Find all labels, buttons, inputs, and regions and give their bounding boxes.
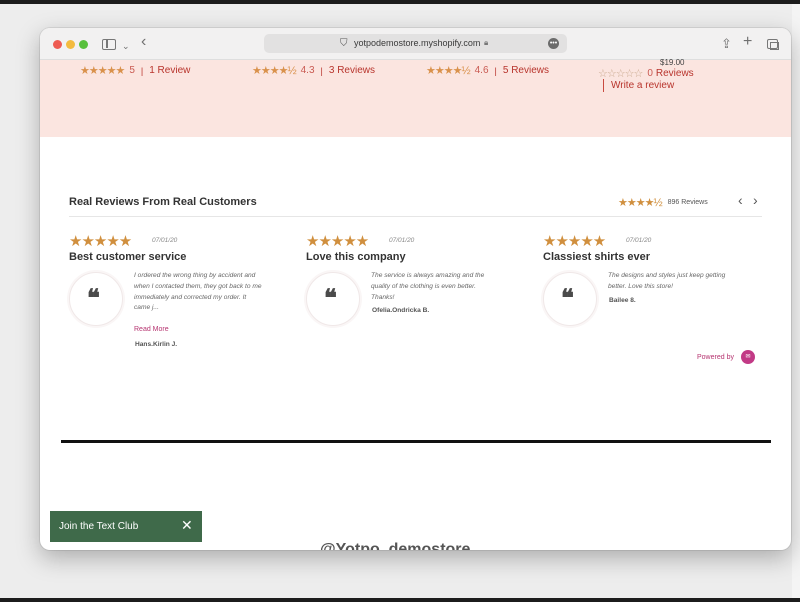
text-club-popup[interactable]: Join the Text Club ✕ <box>50 511 202 542</box>
shield-icon: ⛉ <box>340 38 348 49</box>
separator: | <box>320 65 323 76</box>
quote-icon: ❝ <box>87 283 100 312</box>
product-rating-2[interactable]: ★★★★½ 4.3 | 3 Reviews <box>252 64 375 77</box>
section-rule <box>61 440 771 443</box>
summary-stars: ★★★★½ <box>618 197 663 209</box>
powered-by-yotpo[interactable]: Powered by ✉ <box>697 350 755 364</box>
browser-toolbar: ⌄ ‹ ⛉ yotpodemostore.myshopify.com 🔒︎ ••… <box>40 28 791 60</box>
product-ratings-band: ★★★★★ 5 | 1 Review ★★★★½ 4.3 | 3 Reviews… <box>40 58 791 137</box>
review-body: The designs and styles just keep getting… <box>608 272 726 290</box>
review-count-link[interactable]: Reviews <box>656 68 694 79</box>
review-author: Hans.Kirlin J. <box>135 341 178 348</box>
product-price: $19.00 <box>660 58 685 67</box>
read-more-link[interactable]: Read More <box>134 326 169 333</box>
review-stars: ★★★★★ <box>543 233 606 250</box>
tab-overview-icon[interactable] <box>767 39 779 50</box>
yotpo-logo-icon: ✉ <box>740 350 755 364</box>
reviews-summary[interactable]: ★★★★½ 896 Reviews <box>618 196 708 209</box>
browser-window: ⌄ ‹ ⛉ yotpodemostore.myshopify.com 🔒︎ ••… <box>40 28 791 550</box>
share-icon[interactable]: ⇪ <box>721 36 732 52</box>
review-stars: ★★★★★ <box>306 233 369 250</box>
review-title: Love this company <box>306 251 406 263</box>
lock-icon: 🔒︎ <box>484 38 489 47</box>
review-title: Best customer service <box>69 251 187 263</box>
rating-value: 4.3 <box>300 65 315 76</box>
carousel-next-icon[interactable]: › <box>753 192 758 208</box>
summary-review-count: 896 Reviews <box>667 199 708 206</box>
rating-stars: ★★★★½ <box>252 65 297 77</box>
back-arrow-icon[interactable]: ‹ <box>141 34 146 50</box>
screen-top-edge <box>0 0 800 4</box>
divider <box>69 216 762 217</box>
separator: | <box>140 65 144 76</box>
review-author: Ofelia.Ondricka B. <box>372 307 430 314</box>
chevron-down-icon[interactable]: ⌄ <box>122 38 130 54</box>
sidebar-icon[interactable] <box>102 39 116 50</box>
review-date: 07/01/20 <box>389 237 415 244</box>
quote-icon: ❝ <box>324 283 337 312</box>
review-title: Classiest shirts ever <box>543 251 651 263</box>
rating-value: 0 <box>647 68 653 79</box>
quote-avatar: ❝ <box>306 272 360 326</box>
product-rating-3[interactable]: ★★★★½ 4.6 | 5 Reviews <box>426 64 549 77</box>
screen-bottom-edge <box>0 598 800 602</box>
address-bar[interactable]: ⛉ yotpodemostore.myshopify.com 🔒︎ ••• <box>264 34 567 53</box>
review-date: 07/01/20 <box>626 237 652 244</box>
review-count-link[interactable]: 5 Reviews <box>503 65 549 76</box>
new-tab-icon[interactable]: + <box>743 34 752 50</box>
rating-value: 5 <box>129 65 135 76</box>
review-count-link[interactable]: 3 Reviews <box>329 65 375 76</box>
close-icon[interactable]: ✕ <box>181 517 193 534</box>
review-card: ★★★★★ 07/01/20 Best customer service ❝ I… <box>69 232 299 362</box>
close-window-button[interactable] <box>53 40 62 49</box>
quote-avatar: ❝ <box>69 272 123 326</box>
review-date: 07/01/20 <box>152 237 178 244</box>
screen-right-edge <box>792 4 800 598</box>
minimize-window-button[interactable] <box>66 40 75 49</box>
powered-by-label: Powered by <box>697 353 734 361</box>
separator: | <box>494 65 497 76</box>
review-body: I ordered the wrong thing by accident an… <box>134 272 262 312</box>
review-body: The service is always amazing and the qu… <box>371 272 485 301</box>
product-rating-1[interactable]: ★★★★★ 5 | 1 Review <box>80 64 190 77</box>
review-stars: ★★★★★ <box>69 233 132 250</box>
rating-value: 4.6 <box>474 65 489 76</box>
text-club-label[interactable]: Join the Text Club <box>59 521 138 532</box>
quote-avatar: ❝ <box>543 272 597 326</box>
more-options-icon[interactable]: ••• <box>548 38 559 49</box>
write-review-link[interactable]: Write a review <box>603 79 674 92</box>
rating-stars: ★★★★½ <box>426 65 471 77</box>
zoom-window-button[interactable] <box>79 40 88 49</box>
instagram-handle: @Yotpo_demostore <box>320 541 471 550</box>
review-count-link[interactable]: 1 Review <box>149 65 190 76</box>
review-card: ★★★★★ 07/01/20 Love this company ❝ The s… <box>306 232 536 362</box>
url-text: yotpodemostore.myshopify.com <box>354 38 481 48</box>
quote-icon: ❝ <box>561 283 574 312</box>
rating-stars: ★★★★★ <box>80 65 125 77</box>
review-card: ★★★★★ 07/01/20 Classiest shirts ever ❝ T… <box>543 232 773 362</box>
carousel-prev-icon[interactable]: ‹ <box>738 192 743 208</box>
review-author: Bailee 8. <box>609 297 636 304</box>
reviews-section-title: Real Reviews From Real Customers <box>69 196 257 208</box>
